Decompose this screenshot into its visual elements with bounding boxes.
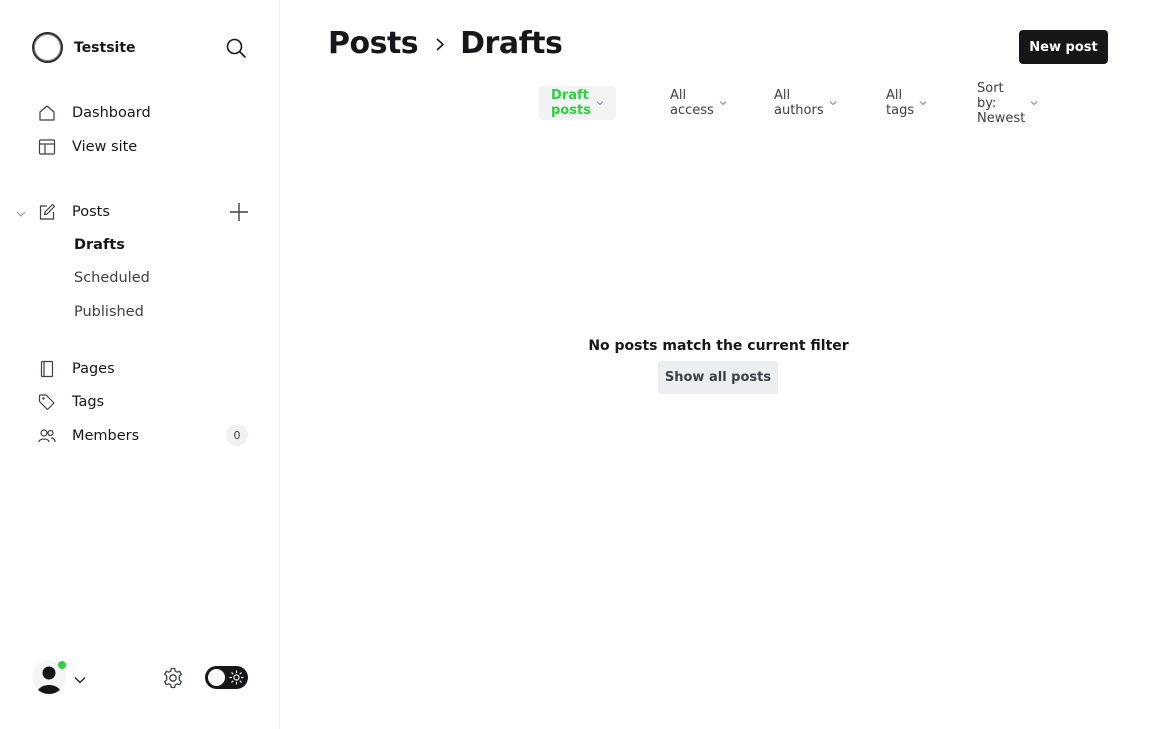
show-all-posts-button[interactable]: Show all posts	[658, 361, 778, 394]
sidebar-item-scheduled[interactable]: Scheduled	[74, 270, 150, 286]
toggle-knob	[208, 669, 225, 686]
nav-pages[interactable]: Pages	[38, 357, 115, 381]
plus-icon[interactable]	[229, 202, 249, 222]
chevron-down-icon	[719, 99, 727, 107]
members-count-badge: 0	[226, 424, 248, 446]
filter-sort-label: Sort by: Newest	[977, 80, 1026, 126]
chevron-down-icon	[919, 99, 927, 107]
site-logo	[32, 32, 63, 63]
nav-dashboard-label: Dashboard	[72, 105, 151, 121]
edit-icon	[38, 203, 56, 221]
page-icon	[38, 360, 56, 378]
nav-pages-label: Pages	[72, 361, 115, 377]
chevron-down-icon	[596, 99, 604, 107]
filter-authors-label: All authors	[774, 88, 824, 118]
empty-state: No posts match the current filter	[281, 338, 1156, 354]
sun-icon	[229, 670, 244, 689]
filter-authors[interactable]: All authors	[774, 86, 837, 120]
page-title: Drafts	[460, 26, 563, 61]
empty-state-message: No posts match the current filter	[588, 338, 849, 354]
user-menu[interactable]	[32, 660, 92, 694]
filter-tags-label: All tags	[886, 88, 915, 118]
breadcrumb: Posts Drafts	[328, 26, 563, 61]
nav-members[interactable]: Members	[38, 424, 139, 448]
layout-icon	[38, 138, 56, 156]
chevron-down-icon	[74, 671, 86, 690]
filter-access[interactable]: All access	[670, 86, 727, 120]
filter-sort[interactable]: Sort by: Newest	[977, 81, 1038, 126]
nav-view-site-label: View site	[72, 139, 138, 155]
new-post-button[interactable]: New post	[1019, 30, 1108, 64]
filter-access-label: All access	[670, 88, 714, 118]
chevron-down-icon	[1030, 99, 1038, 107]
sidebar: Testsite Dashboard View site Posts Draft…	[0, 0, 280, 729]
home-icon	[38, 104, 56, 122]
chevron-right-icon	[434, 36, 446, 52]
gear-icon[interactable]	[161, 666, 185, 690]
online-status-dot	[57, 660, 67, 670]
theme-toggle[interactable]	[205, 666, 248, 689]
members-icon	[38, 427, 56, 445]
nav-posts[interactable]: Posts	[38, 200, 110, 224]
nav-members-label: Members	[72, 428, 140, 444]
nav-view-site[interactable]: View site	[38, 135, 137, 159]
filter-type-label: Draft posts	[551, 88, 591, 118]
nav-dashboard[interactable]: Dashboard	[38, 101, 151, 125]
chevron-down-icon[interactable]	[15, 205, 27, 217]
filter-type[interactable]: Draft posts	[539, 86, 616, 120]
nav-tags-label: Tags	[72, 394, 105, 410]
search-icon[interactable]	[225, 37, 247, 59]
tag-icon	[38, 393, 56, 411]
main-content: Posts Drafts New post Draft posts All ac…	[281, 0, 1156, 729]
breadcrumb-posts[interactable]: Posts	[328, 26, 419, 61]
sidebar-item-drafts[interactable]: Drafts	[74, 237, 125, 253]
nav-tags[interactable]: Tags	[38, 390, 104, 414]
chevron-down-icon	[829, 99, 837, 107]
site-name: Testsite	[74, 39, 136, 56]
brand[interactable]: Testsite	[32, 32, 136, 63]
filter-tags[interactable]: All tags	[886, 86, 927, 120]
sidebar-item-published[interactable]: Published	[74, 304, 144, 320]
nav-posts-label: Posts	[72, 204, 110, 220]
